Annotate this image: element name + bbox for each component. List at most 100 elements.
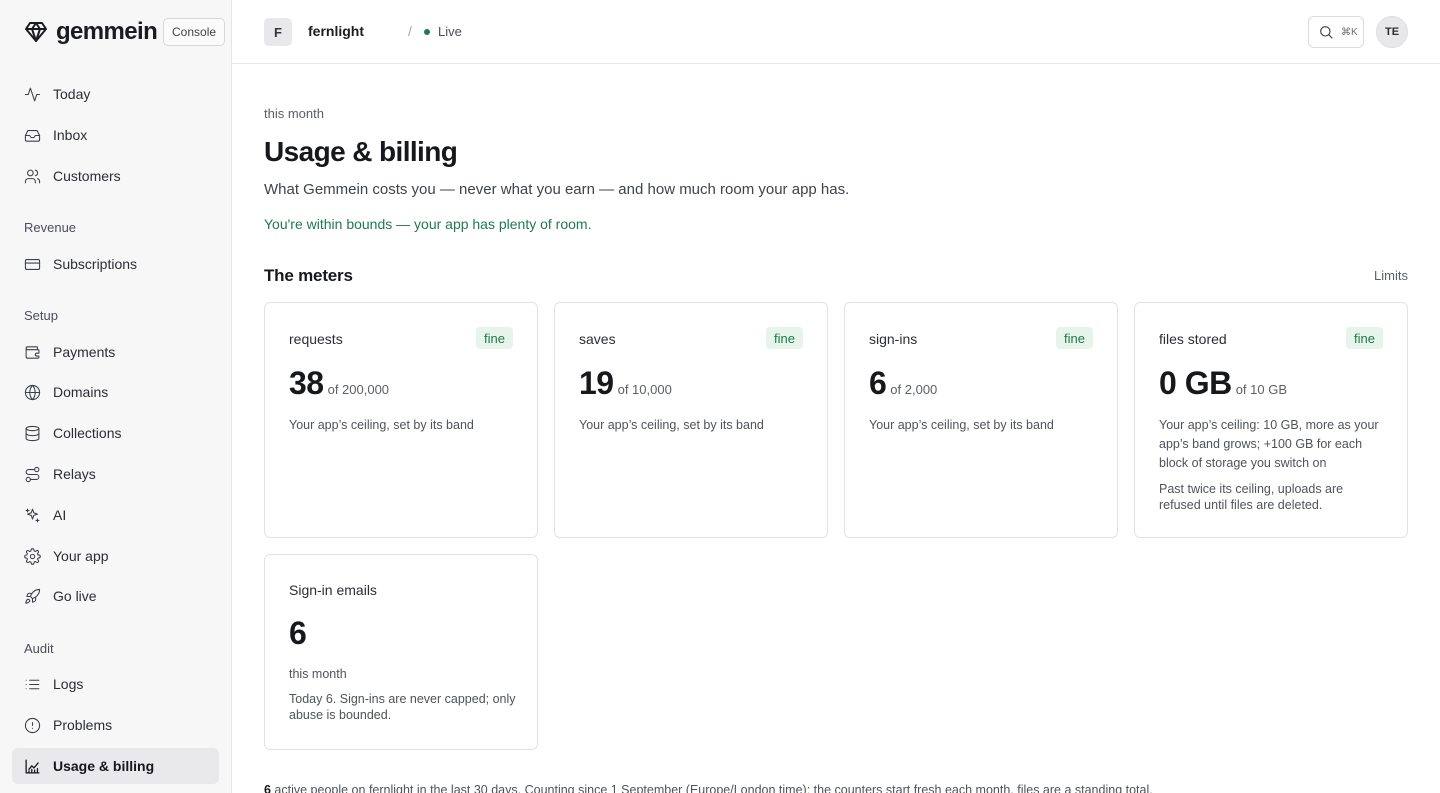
list-icon [25,679,40,689]
meter-card-files-stored: files stored fine 0 GB of 10 GB Your app… [1134,302,1408,538]
alert-circle-icon [24,717,41,733]
meter-value-row: 0 GB of 10 GB [1159,365,1287,402]
sidebar-item-label: Customers [53,168,121,184]
sidebar: gemmein Console Today Inbox Customers Re… [0,0,232,793]
page-subtitle: What Gemmein costs you — never what you … [264,181,850,198]
sidebar-item-label: Inbox [53,127,88,143]
brand[interactable]: gemmein [24,17,158,47]
meter-limit: of 200,000 [327,382,390,397]
meter-name: requests [289,331,343,347]
meter-card-saves: saves fine 19 of 10,000 Your app’s ceili… [554,302,828,538]
sidebar-item-label: Usage & billing [53,758,155,774]
page-eyebrow: this month [264,106,324,121]
nav-section-audit: Audit [24,641,54,656]
meter-limit: of 10,000 [617,382,672,397]
nav-section-revenue: Revenue [24,220,77,235]
user-avatar[interactable]: TE [1376,16,1408,48]
sidebar-item-label: Relays [53,466,96,482]
topbar: F fernlight / Live ⌘K TE [232,0,1440,64]
nav-section-setup: Setup [24,308,58,323]
sidebar-item-label: Domains [53,384,109,400]
sidebar-item-inbox[interactable]: Inbox [12,117,219,153]
meter-note: Your app’s ceiling, set by its band [869,418,1054,432]
meter-name: files stored [1159,331,1227,347]
sidebar-item-logs[interactable]: Logs [12,666,219,702]
meter-period: this month [289,667,347,681]
meter-note: Your app’s ceiling, set by its band [289,418,474,432]
sidebar-item-label: AI [53,507,67,523]
database-icon [25,425,40,441]
meter-card-sign-ins: sign-ins fine 6 of 2,000 Your app’s ceil… [844,302,1118,538]
sidebar-item-your-app[interactable]: Your app [12,538,219,574]
limits-link[interactable]: Limits [1374,268,1408,283]
gem-logo-icon [25,22,47,42]
status-message: You're within bounds — your app has plen… [264,216,592,232]
meter-limit: of 2,000 [890,382,938,397]
sidebar-item-ai[interactable]: AI [12,497,219,533]
breadcrumb-separator: / [408,23,412,39]
rocket-icon [25,588,41,604]
sidebar-item-label: Subscriptions [53,256,138,272]
sidebar-item-label: Today [53,86,91,102]
meter-card-sign-in-emails: Sign-in emails 6 this month Today 6. Sig… [264,554,538,750]
users-icon [24,169,41,183]
sidebar-item-today[interactable]: Today [12,76,219,112]
chart-line-icon [25,758,40,774]
sidebar-item-label: Logs [53,676,84,692]
meter-value-row: 6 [289,615,307,652]
status-badge: fine [476,327,513,349]
sidebar-item-subscriptions[interactable]: Subscriptions [12,246,219,282]
project-avatar[interactable]: F [264,18,292,46]
credit-card-icon [24,258,41,270]
console-badge[interactable]: Console [163,18,226,46]
meter-name: saves [579,331,616,347]
meter-card-requests: requests fine 38 of 200,000 Your app’s c… [264,302,538,538]
sidebar-item-label: Go live [53,588,97,604]
wallet-icon [25,345,40,359]
meter-value: 6 [289,615,307,651]
meter-name: sign-ins [869,331,918,347]
sidebar-item-customers[interactable]: Customers [12,158,219,194]
globe-icon [24,384,41,400]
page-title: Usage & billing [264,136,458,167]
meter-limit: of 10 GB [1235,382,1287,397]
sidebar-item-usage-billing[interactable]: Usage & billing [12,748,219,784]
section-title: The meters [264,266,353,285]
sidebar-item-label: Problems [53,717,113,733]
project-name[interactable]: fernlight [308,23,364,39]
search-shortcut: ⌘K [1341,26,1358,38]
brand-name: gemmein [56,18,158,45]
meter-value: 6 [869,365,887,401]
sidebar-item-problems[interactable]: Problems [12,707,219,743]
meter-warning-note: Past twice its ceiling, uploads are refu… [1159,482,1344,512]
sidebar-item-relays[interactable]: Relays [12,456,219,492]
gear-icon [24,547,41,565]
status-badge: fine [766,327,803,349]
meter-value-row: 6 of 2,000 [869,365,937,402]
meter-value: 19 [579,365,614,401]
sidebar-item-go-live[interactable]: Go live [12,578,219,614]
meter-value-row: 38 of 200,000 [289,365,389,402]
sidebar-item-payments[interactable]: Payments [12,334,219,370]
search-button[interactable]: ⌘K [1308,16,1364,48]
environment-label[interactable]: Live [438,24,462,39]
sparkles-icon [25,508,40,522]
sidebar-item-label: Payments [53,344,116,360]
main-content: this month Usage & billing What Gemmein … [232,64,1440,793]
sidebar-item-domains[interactable]: Domains [12,374,219,410]
route-icon [25,466,40,482]
live-status-dot [424,29,430,35]
sidebar-item-label: Collections [53,425,122,441]
meter-value: 0 GB [1159,365,1232,401]
active-people-count: 6 [264,783,271,793]
meter-note: Your app’s ceiling: 10 GB, more as your … [1159,418,1379,470]
meter-value: 38 [289,365,324,401]
sidebar-item-label: Your app [53,548,109,564]
meter-value-row: 19 of 10,000 [579,365,672,402]
meter-name: Sign-in emails [289,582,377,598]
search-icon [1320,26,1333,39]
status-badge: fine [1346,327,1383,349]
sidebar-item-collections[interactable]: Collections [12,415,219,451]
activity-icon [24,87,41,101]
footer-summary: 6 active people on fernlight in the last… [264,783,1153,793]
